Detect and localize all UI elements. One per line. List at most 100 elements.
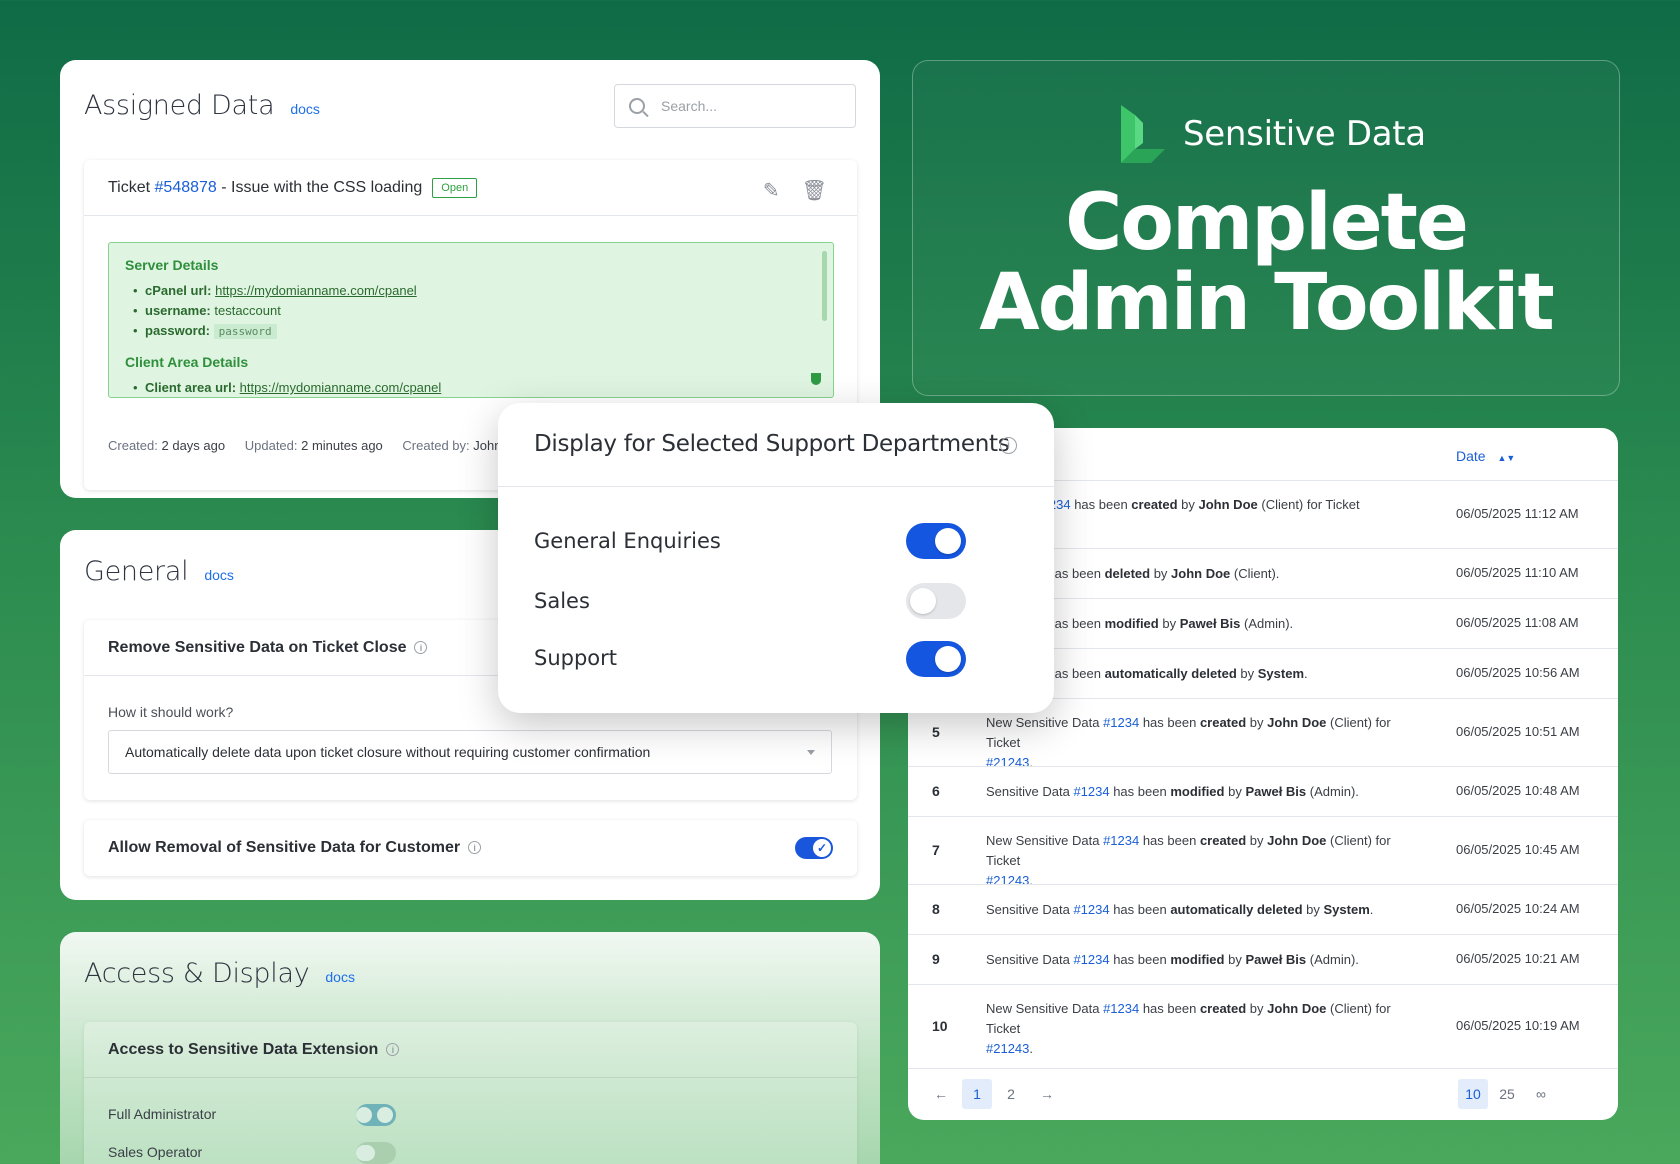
row-number: 6 — [932, 783, 940, 799]
data-id-link[interactable]: #1234 — [1103, 1001, 1139, 1016]
log-message: New Sensitive Data #1234 has been create… — [986, 833, 1391, 888]
per-page-all-button[interactable]: ∞ — [1526, 1079, 1556, 1109]
actor-name: System — [1257, 666, 1304, 681]
role-toggle-sales-operator[interactable] — [356, 1142, 396, 1164]
general-docs-link[interactable]: docs — [204, 567, 234, 583]
toggle-general-enquiries[interactable] — [906, 523, 966, 559]
server-details-title: Server Details — [125, 257, 219, 273]
row-number: 7 — [932, 842, 940, 858]
prev-page-button[interactable]: ← — [926, 1079, 956, 1109]
page-2-button[interactable]: 2 — [996, 1079, 1026, 1109]
log-message: Sensitive Data #1234 has been modified b… — [986, 950, 1426, 970]
actor-name: Paweł Bis — [1245, 784, 1307, 799]
log-text: by — [1246, 715, 1268, 730]
toggle-support[interactable] — [906, 641, 966, 677]
remove-on-close-title: Remove Sensitive Data on Ticket Close — [108, 638, 407, 656]
logo-icon — [1121, 105, 1165, 163]
log-date: 06/05/2025 10:51 AM — [1456, 724, 1580, 739]
log-text: New Sensitive Data — [986, 715, 1104, 730]
info-icon[interactable]: i — [386, 1043, 400, 1056]
ticket-header: Ticket #548878 - Issue with the CSS load… — [84, 160, 857, 216]
shield-icon — [811, 373, 821, 385]
role-row: Full Administrator — [108, 1106, 217, 1122]
trash-icon[interactable]: 🗑 — [802, 178, 827, 203]
log-date: 06/05/2025 11:12 AM — [1456, 506, 1579, 521]
log-message: New Sensitive Data #1234 has been create… — [986, 715, 1391, 770]
access-extension-title: Access to Sensitive Data Extension — [108, 1040, 379, 1058]
brand-name: Sensitive Data — [1183, 114, 1426, 154]
divider — [498, 486, 1054, 487]
page-1-button[interactable]: 1 — [962, 1079, 992, 1109]
row-number: 8 — [932, 901, 940, 917]
assigned-data-title: Assigned Data — [84, 90, 275, 121]
per-page-25-button[interactable]: 25 — [1492, 1079, 1522, 1109]
status-badge: Open — [432, 177, 478, 198]
headline-line-1: Complete — [1065, 178, 1469, 268]
list-item: password: password — [133, 323, 817, 339]
ticket-id-link[interactable]: #548878 — [155, 179, 217, 197]
data-id-link[interactable]: #1234 — [1103, 715, 1139, 730]
next-page-button[interactable]: → — [1032, 1079, 1062, 1109]
table-row: 6 Sensitive Data #1234 has been modified … — [908, 766, 1618, 816]
actor-name[interactable]: John Doe — [1199, 497, 1258, 512]
log-date: 06/05/2025 11:08 AM — [1456, 615, 1579, 630]
log-text: (Client) for Ticket — [1257, 497, 1360, 512]
log-text: created — [1131, 497, 1178, 512]
info-icon[interactable]: i — [414, 641, 428, 654]
log-message: Sensitive Data #1234 has been modified b… — [986, 782, 1426, 802]
log-text: has been — [1109, 952, 1171, 967]
cpanel-link[interactable]: https://mydomianname.com/cpanel — [215, 283, 417, 298]
log-date: 06/05/2025 10:21 AM — [1456, 951, 1580, 966]
allow-removal-toggle[interactable] — [795, 837, 833, 859]
actor-name[interactable]: John Doe — [1267, 715, 1326, 730]
department-label-sales: Sales — [534, 589, 590, 613]
log-text: has been — [1109, 784, 1171, 799]
sort-icon: ▲▼ — [1497, 453, 1516, 463]
data-id-link[interactable]: #1234 — [1073, 784, 1109, 799]
ticket-link[interactable]: #21243 — [986, 1041, 1029, 1056]
password-value: password — [213, 324, 277, 339]
log-text: by — [1246, 1001, 1268, 1016]
log-text: by — [1246, 833, 1268, 848]
log-text: automatically deleted — [1104, 666, 1237, 681]
assigned-docs-link[interactable]: docs — [290, 101, 320, 117]
actor-name: Paweł Bis — [1179, 616, 1241, 631]
info-icon[interactable]: i — [468, 841, 482, 855]
edit-icon[interactable]: ✎ — [763, 178, 780, 203]
search-input[interactable]: Search... — [614, 84, 856, 128]
log-text: modified — [1170, 784, 1225, 799]
data-id-link[interactable]: #1234 — [1073, 952, 1109, 967]
log-text: by — [1224, 784, 1246, 799]
log-date: 06/05/2025 10:24 AM — [1456, 901, 1580, 916]
actor-name[interactable]: John Doe — [1267, 833, 1326, 848]
role-toggle-full-admin[interactable] — [356, 1104, 396, 1126]
general-title: General — [84, 556, 189, 587]
actor-name[interactable]: John Doe — [1267, 1001, 1326, 1016]
log-text: modified — [1104, 616, 1159, 631]
info-icon[interactable]: i — [1000, 437, 1017, 454]
data-id-link[interactable]: #1234 — [1073, 902, 1109, 917]
log-text: New Sensitive Data — [986, 833, 1104, 848]
log-text: has been — [1139, 833, 1200, 848]
table-row: 10 New Sensitive Data #1234 has been crea… — [908, 984, 1618, 1068]
log-text: by — [1177, 497, 1199, 512]
log-text: (Admin). — [1306, 952, 1359, 967]
scrollbar[interactable] — [822, 251, 827, 321]
log-date: 06/05/2025 10:19 AM — [1456, 1018, 1580, 1033]
how-it-works-label: How it should work? — [108, 704, 234, 720]
access-docs-link[interactable]: docs — [325, 969, 355, 985]
ticket-footer: Created: 2 days ago Updated: 2 minutes a… — [108, 438, 529, 453]
data-id-link[interactable]: #1234 — [1103, 833, 1139, 848]
log-text: New Sensitive Data — [986, 1001, 1104, 1016]
actor-name: System — [1323, 902, 1370, 917]
toggle-sales[interactable] — [906, 583, 966, 619]
per-page-10-button[interactable]: 10 — [1458, 1079, 1488, 1109]
log-text: (Client). — [1230, 566, 1280, 581]
log-text: Sensitive Data — [986, 952, 1074, 967]
log-text: by — [1158, 616, 1180, 631]
log-date: 06/05/2025 10:56 AM — [1456, 665, 1580, 680]
how-it-works-select[interactable]: Automatically delete data upon ticket cl… — [108, 730, 832, 774]
date-column-header[interactable]: Date ▲▼ — [1456, 448, 1515, 464]
actor-name[interactable]: John Doe — [1171, 566, 1230, 581]
access-display-panel: Access & Display docs Access to Sensitiv… — [60, 932, 880, 1164]
